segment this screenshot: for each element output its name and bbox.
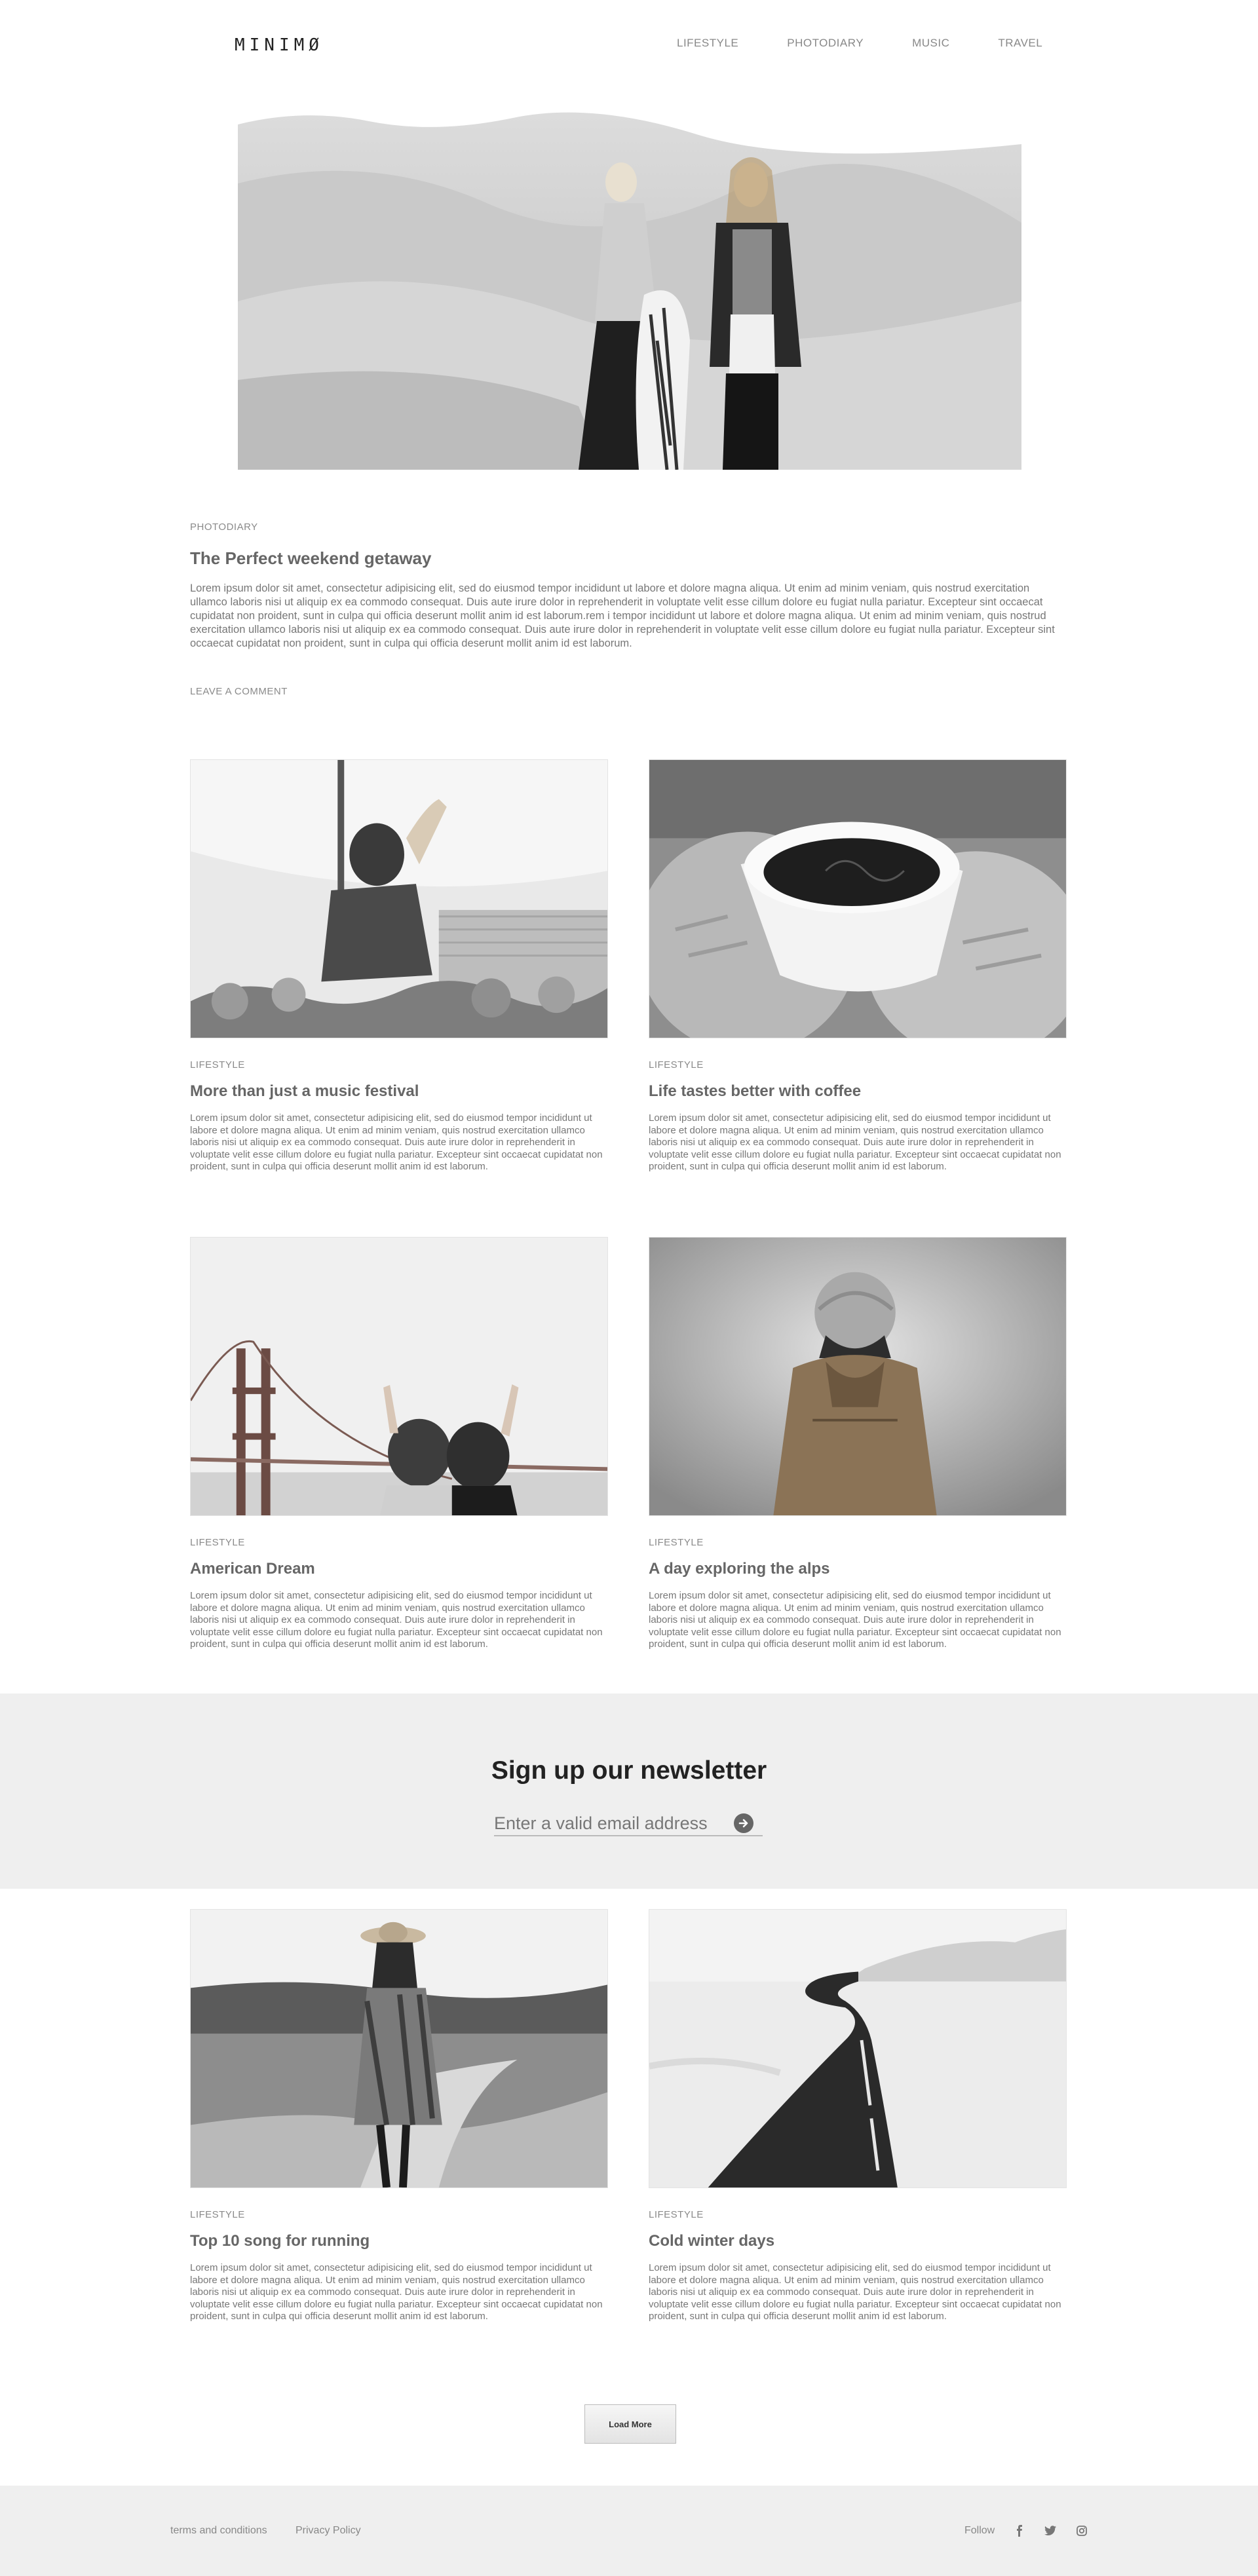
- follow-label: Follow: [964, 2525, 995, 2536]
- post-excerpt: Lorem ipsum dolor sit amet, consectetur …: [649, 1112, 1061, 1172]
- post-excerpt: Lorem ipsum dolor sit amet, consectetur …: [190, 582, 1055, 649]
- terms-link[interactable]: terms and conditions: [170, 2525, 267, 2537]
- load-more-button[interactable]: Load More: [584, 2404, 676, 2444]
- post-title[interactable]: More than just a music festival: [190, 1082, 609, 1101]
- post-category[interactable]: PHOTODIARY: [190, 521, 1068, 533]
- post-category[interactable]: LIFESTYLE: [190, 1059, 609, 1070]
- post-card: LIFESTYLE Cold winter days Lorem ipsum d…: [649, 1909, 1068, 2323]
- featured-post: PHOTODIARY The Perfect weekend getaway L…: [190, 521, 1068, 651]
- site-footer: terms and conditions Privacy Policy Foll…: [0, 2486, 1258, 2576]
- post-card: LIFESTYLE Life tastes better with coffee…: [649, 759, 1068, 1173]
- post-image[interactable]: [190, 759, 608, 1038]
- newsletter-form: [494, 1811, 763, 1836]
- newsletter-title: Sign up our newsletter: [491, 1756, 767, 1785]
- hero-image[interactable]: [238, 105, 1021, 470]
- site-header: MINIMØ LIFESTYLE PHOTODIARY MUSIC TRAVEL: [0, 0, 1258, 92]
- nav-item-lifestyle[interactable]: LIFESTYLE: [677, 37, 738, 50]
- arrow-circle-right-icon[interactable]: [734, 1813, 753, 1833]
- post-category[interactable]: LIFESTYLE: [190, 2209, 609, 2220]
- instagram-icon[interactable]: [1075, 2524, 1089, 2538]
- post-title[interactable]: American Dream: [190, 1560, 609, 1578]
- nav-item-travel[interactable]: TRAVEL: [998, 37, 1042, 50]
- post-category[interactable]: LIFESTYLE: [649, 1537, 1068, 1548]
- post-card: LIFESTYLE More than just a music festiva…: [190, 759, 609, 1173]
- post-title[interactable]: Life tastes better with coffee: [649, 1082, 1068, 1101]
- post-category[interactable]: LIFESTYLE: [649, 2209, 1068, 2220]
- main-nav: LIFESTYLE PHOTODIARY MUSIC TRAVEL: [677, 37, 1042, 50]
- post-image[interactable]: [649, 1909, 1067, 2188]
- post-card: LIFESTYLE A day exploring the alps Lorem…: [649, 1237, 1068, 1651]
- post-excerpt: Lorem ipsum dolor sit amet, consectetur …: [649, 1590, 1061, 1650]
- post-category[interactable]: LIFESTYLE: [649, 1059, 1068, 1070]
- post-excerpt: Lorem ipsum dolor sit amet, consectetur …: [190, 1112, 603, 1172]
- post-excerpt: Lorem ipsum dolor sit amet, consectetur …: [649, 2262, 1061, 2322]
- nav-item-music[interactable]: MUSIC: [912, 37, 949, 50]
- email-input[interactable]: [494, 1811, 723, 1835]
- twitter-icon[interactable]: [1043, 2524, 1058, 2538]
- nav-item-photodiary[interactable]: PHOTODIARY: [787, 37, 864, 50]
- facebook-icon[interactable]: [1012, 2524, 1027, 2538]
- post-title[interactable]: The Perfect weekend getaway: [190, 548, 1068, 569]
- post-title[interactable]: Top 10 song for running: [190, 2232, 609, 2250]
- post-title[interactable]: Cold winter days: [649, 2232, 1068, 2250]
- post-card: LIFESTYLE Top 10 song for running Lorem …: [190, 1909, 609, 2323]
- post-image[interactable]: [190, 1909, 608, 2188]
- post-category[interactable]: LIFESTYLE: [190, 1537, 609, 1548]
- post-excerpt: Lorem ipsum dolor sit amet, consectetur …: [190, 2262, 603, 2322]
- newsletter-section: Sign up our newsletter: [0, 1694, 1258, 1889]
- post-image[interactable]: [190, 1237, 608, 1516]
- post-excerpt: Lorem ipsum dolor sit amet, consectetur …: [190, 1590, 603, 1650]
- post-card: LIFESTYLE American Dream Lorem ipsum dol…: [190, 1237, 609, 1651]
- post-image[interactable]: [649, 759, 1067, 1038]
- privacy-link[interactable]: Privacy Policy: [295, 2525, 361, 2537]
- post-title[interactable]: A day exploring the alps: [649, 1560, 1068, 1578]
- site-logo[interactable]: MINIMØ: [235, 35, 324, 55]
- leave-comment-link[interactable]: LEAVE A COMMENT: [190, 686, 288, 697]
- post-image[interactable]: [649, 1237, 1067, 1516]
